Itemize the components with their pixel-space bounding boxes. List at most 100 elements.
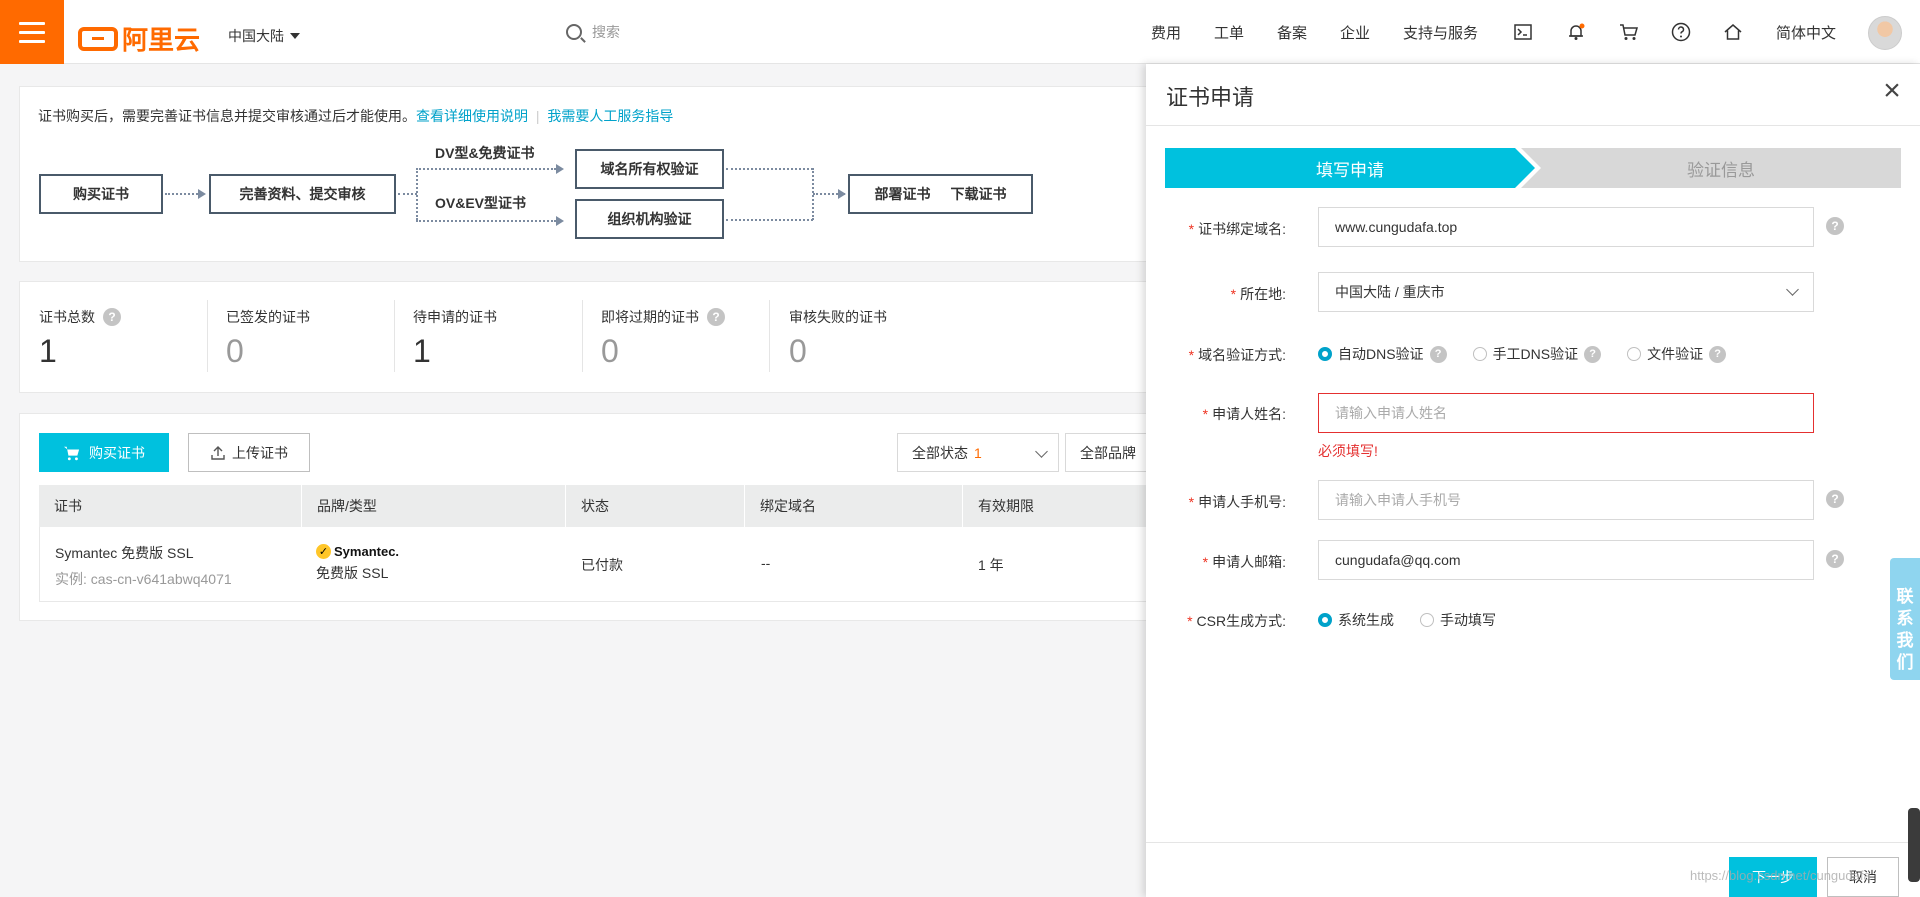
column-header[interactable]: 有效期限 [963, 485, 1149, 527]
cart-icon[interactable] [1619, 22, 1639, 42]
radio-file-verify[interactable]: 文件验证? [1627, 344, 1727, 364]
location-value: 中国大陆 / 重庆市 [1335, 284, 1445, 300]
menu-icon[interactable] [0, 0, 64, 64]
usage-guide-link[interactable]: 查看详细使用说明 [416, 108, 528, 124]
radio-checked-icon [1318, 613, 1332, 627]
bell-icon[interactable] [1566, 22, 1586, 42]
domain-input[interactable]: www.cungudafa.top [1318, 207, 1814, 247]
stat-label: 审核失败的证书 [789, 309, 887, 325]
step-fill-application: 填写申请 [1165, 148, 1535, 188]
applicant-name-input[interactable]: 请输入申请人姓名 [1318, 393, 1814, 433]
radio-auto-dns[interactable]: 自动DNS验证? [1318, 344, 1447, 364]
applicant-phone-label: * 申请人手机号: [1188, 494, 1286, 510]
close-icon[interactable]: × [1878, 76, 1906, 106]
chevron-down-icon [1786, 283, 1799, 296]
domain-label-text: 证书绑定域名: [1198, 221, 1286, 237]
question-icon[interactable]: ? [1429, 345, 1447, 363]
search-box[interactable]: 搜索 [566, 22, 620, 42]
nav-support[interactable]: 支持与服务 [1403, 22, 1478, 43]
applicant-phone-input[interactable]: 请输入申请人手机号 [1318, 480, 1814, 520]
stat-pending[interactable]: 待申请的证书 1 [413, 307, 497, 370]
status-filter-select[interactable]: 全部状态 1 [897, 433, 1059, 472]
caret-down-icon [290, 33, 300, 39]
cert-name: Symantec 免费版 SSL [55, 545, 194, 561]
radio-checked-icon [1318, 347, 1332, 361]
stat-total[interactable]: 证书总数? 1 [39, 307, 121, 370]
question-icon[interactable]: ? [707, 308, 725, 326]
column-header[interactable]: 品牌/类型 [302, 485, 566, 527]
nav-icp[interactable]: 备案 [1277, 22, 1307, 43]
status-filter-label: 全部状态 [912, 444, 968, 461]
contact-us-tab[interactable]: 联 系 我 们 [1890, 558, 1920, 680]
domain-cell: -- [761, 555, 771, 571]
manual-service-link[interactable]: 我需要人工服务指导 [547, 108, 673, 124]
search-placeholder: 搜索 [592, 24, 620, 40]
scrollbar-thumb[interactable] [1908, 808, 1920, 882]
language-switch[interactable]: 简体中文 [1776, 22, 1836, 43]
table-header: 证书 品牌/类型 状态 绑定域名 有效期限 [39, 485, 1149, 527]
step-verify-info: 验证信息 [1521, 148, 1901, 188]
stat-failed[interactable]: 审核失败的证书 0 [789, 307, 887, 370]
question-icon[interactable]: ? [1826, 490, 1844, 508]
nav-fee[interactable]: 费用 [1151, 22, 1181, 43]
applicant-email-label: * 申请人邮箱: [1202, 554, 1286, 570]
arrow-right-icon [556, 216, 564, 226]
radio-unchecked-icon [1627, 347, 1642, 361]
home-icon[interactable] [1723, 22, 1743, 42]
question-icon[interactable]: ? [1709, 345, 1727, 363]
radio-unchecked-icon [1420, 613, 1434, 627]
location-label-text: 所在地: [1240, 286, 1286, 302]
step-indicator: 填写申请 验证信息 [1165, 148, 1901, 188]
divider [1146, 842, 1920, 843]
stats-panel [19, 281, 1149, 393]
contact-char: 系 [1896, 609, 1914, 628]
brand-cell: ✓ Symantec. 免费版 SSL [316, 544, 399, 583]
upload-cert-button[interactable]: 上传证书 [188, 433, 310, 472]
contact-char: 们 [1896, 653, 1914, 672]
buy-cert-button[interactable]: 购买证书 [39, 433, 169, 472]
verify-method-label-text: 域名验证方式: [1198, 347, 1286, 363]
flow-connector [398, 193, 417, 195]
column-header[interactable]: 绑定域名 [745, 485, 963, 527]
intro-description: 证书购买后，需要完善证书信息并提交审核通过后才能使用。 [38, 108, 416, 124]
column-header[interactable]: 证书 [39, 485, 302, 527]
terminal-icon[interactable] [1513, 22, 1533, 42]
stat-divider [207, 300, 208, 372]
nav-ticket[interactable]: 工单 [1214, 22, 1244, 43]
question-icon[interactable]: ? [1826, 550, 1844, 568]
stat-value: 0 [789, 333, 807, 369]
brand-logo[interactable]: 阿里云 [78, 20, 200, 57]
flow-download-label: 下载证书 [950, 186, 1007, 202]
csr-method-label: * CSR生成方式: [1187, 613, 1286, 629]
avatar[interactable] [1868, 16, 1902, 50]
flow-connector [416, 168, 418, 220]
radio-system-generate[interactable]: 系统生成 [1318, 610, 1394, 630]
help-icon[interactable] [1671, 22, 1691, 42]
stat-divider [394, 300, 395, 372]
column-header[interactable]: 状态 [566, 485, 745, 527]
stat-label: 证书总数 [39, 309, 95, 325]
question-icon[interactable]: ? [1826, 217, 1844, 235]
buy-cert-label: 购买证书 [89, 444, 145, 461]
flow-connector [416, 168, 556, 170]
flow-complete-info: 完善资料、提交审核 [209, 174, 396, 214]
flow-deploy-download: 部署证书 下载证书 [848, 174, 1033, 214]
chevron-down-icon [1035, 445, 1048, 458]
stat-issued[interactable]: 已签发的证书 0 [226, 307, 310, 370]
arrow-right-icon [838, 189, 846, 199]
question-icon[interactable]: ? [1584, 345, 1602, 363]
radio-manual-fill[interactable]: 手动填写 [1420, 610, 1496, 630]
csr-method-label-text: CSR生成方式: [1196, 613, 1286, 629]
applicant-email-input[interactable]: cungudafa@qq.com [1318, 540, 1814, 580]
flow-connector [165, 193, 198, 195]
radio-manual-dns[interactable]: 手工DNS验证? [1472, 344, 1602, 364]
location-select[interactable]: 中国大陆 / 重庆市 [1318, 272, 1814, 312]
link-separator: | [535, 108, 540, 124]
region-selector[interactable]: 中国大陆 [228, 26, 300, 46]
nav-enterprise[interactable]: 企业 [1340, 22, 1370, 43]
stat-expiring[interactable]: 即将过期的证书? 0 [601, 307, 725, 370]
flow-connector [726, 219, 813, 221]
divider [1146, 125, 1920, 126]
table-row[interactable]: Symantec 免费版 SSL 实例: cas-cn-v641abwq4071… [39, 527, 1149, 602]
question-icon[interactable]: ? [103, 308, 121, 326]
